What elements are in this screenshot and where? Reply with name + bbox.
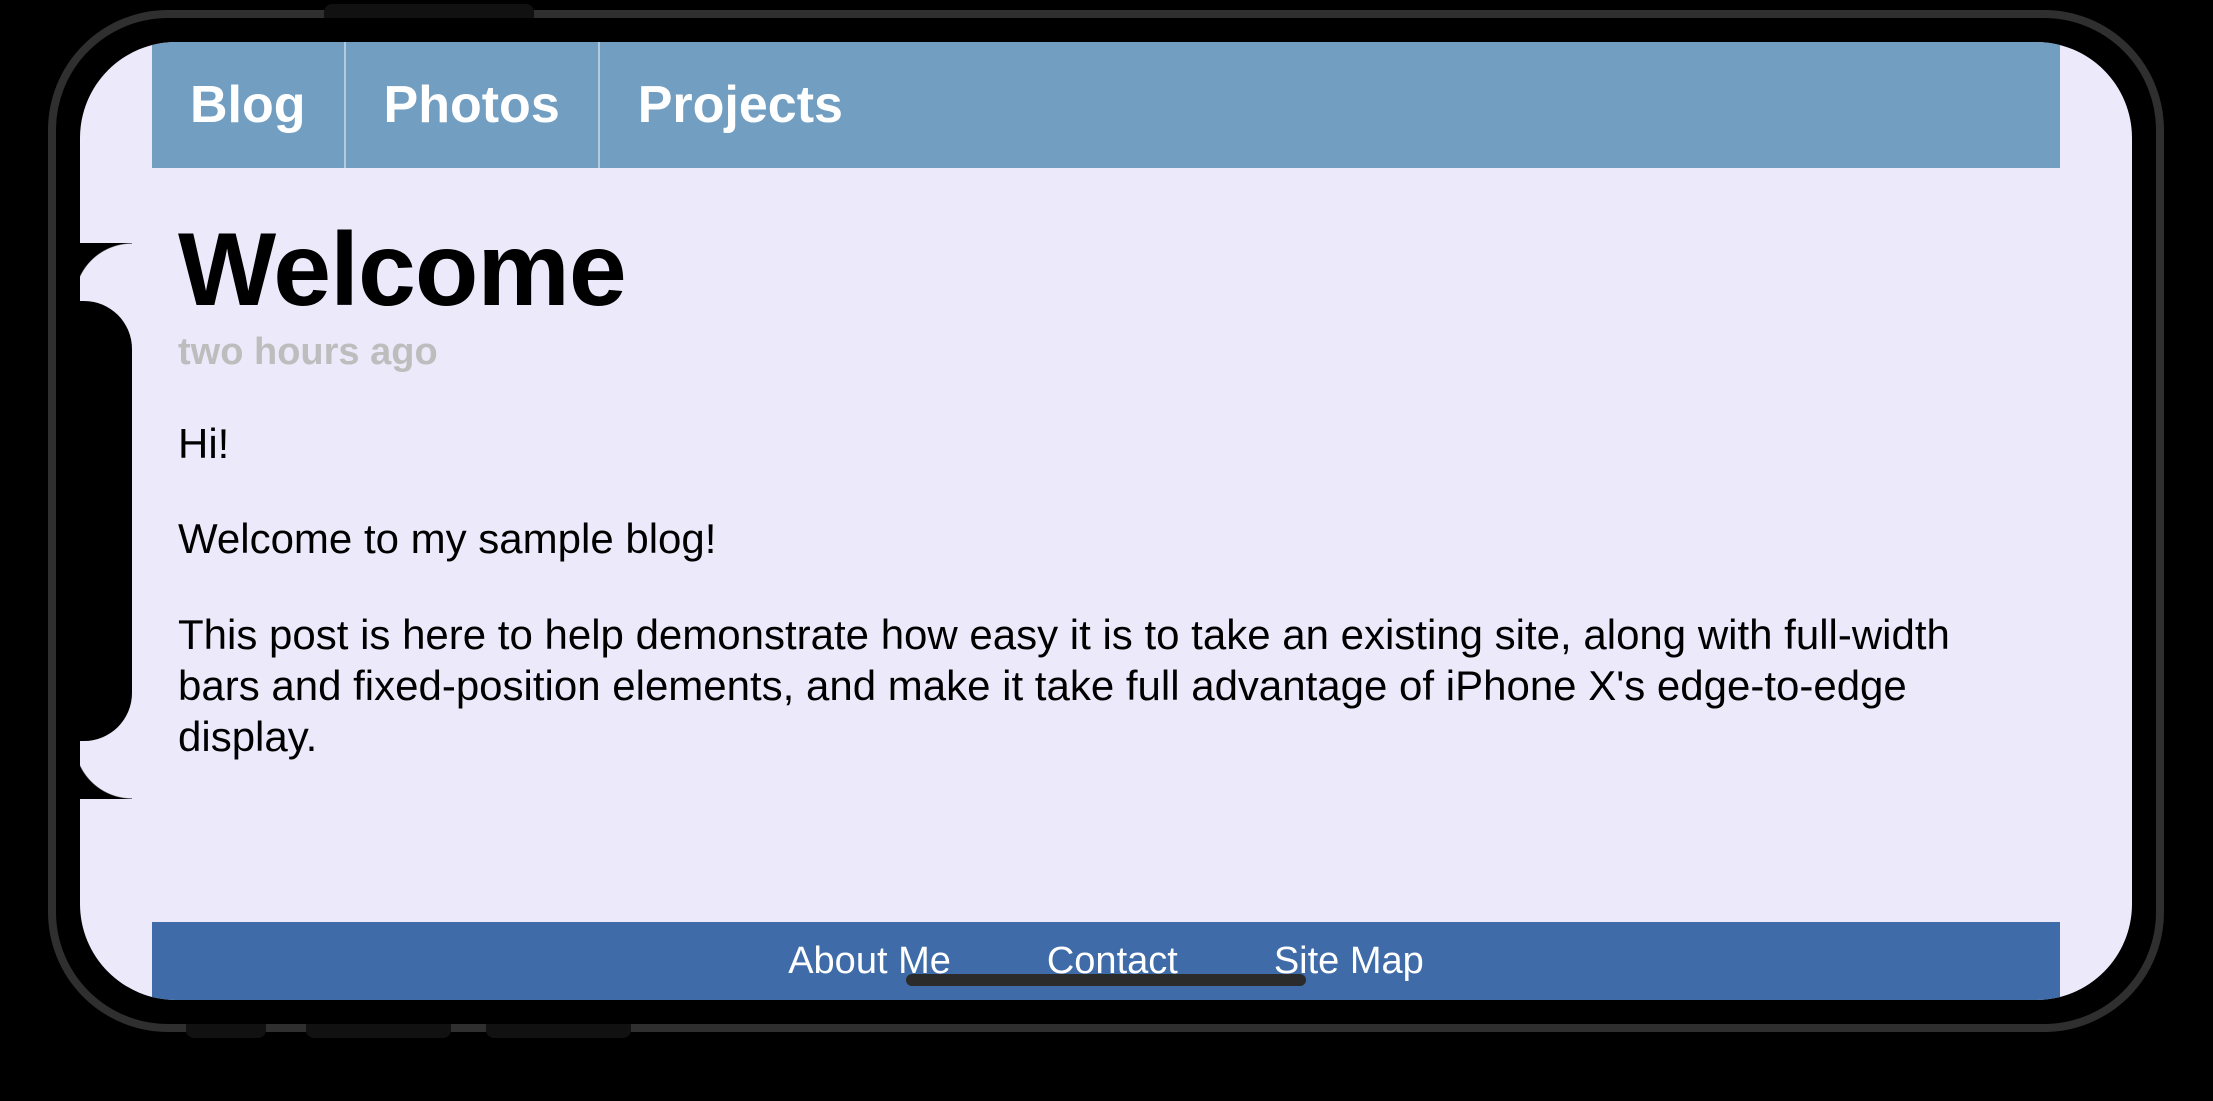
device-notch <box>80 301 132 741</box>
post-timestamp: two hours ago <box>178 331 2034 374</box>
post-title: Welcome <box>178 216 2034 325</box>
device-screen: Blog Photos Projects Welcome two hours a… <box>80 42 2132 1000</box>
volume-up-button <box>306 1024 451 1038</box>
nav-item-projects[interactable]: Projects <box>600 42 881 168</box>
post-paragraph: Hi! <box>178 418 2034 469</box>
nav-item-blog[interactable]: Blog <box>152 42 346 168</box>
web-page: Blog Photos Projects Welcome two hours a… <box>80 42 2132 1000</box>
post-paragraph: Welcome to my sample blog! <box>178 513 2034 564</box>
nav-item-label: Blog <box>190 75 306 135</box>
stage: Blog Photos Projects Welcome two hours a… <box>0 0 2213 1101</box>
home-indicator[interactable] <box>906 974 1306 986</box>
post-body: Hi! Welcome to my sample blog! This post… <box>178 418 2034 762</box>
side-button <box>324 4 534 18</box>
nav-item-photos[interactable]: Photos <box>346 42 600 168</box>
volume-down-button <box>486 1024 631 1038</box>
post-paragraph: This post is here to help demonstrate ho… <box>178 609 2034 763</box>
device-frame: Blog Photos Projects Welcome two hours a… <box>48 10 2164 1032</box>
ringer-switch <box>186 1024 266 1038</box>
top-nav: Blog Photos Projects <box>152 42 2060 168</box>
nav-item-label: Photos <box>384 75 560 135</box>
nav-item-label: Projects <box>638 75 843 135</box>
post: Welcome two hours ago Hi! Welcome to my … <box>178 168 2034 930</box>
bottom-bar: About Me Contact Site Map <box>152 922 2060 1000</box>
